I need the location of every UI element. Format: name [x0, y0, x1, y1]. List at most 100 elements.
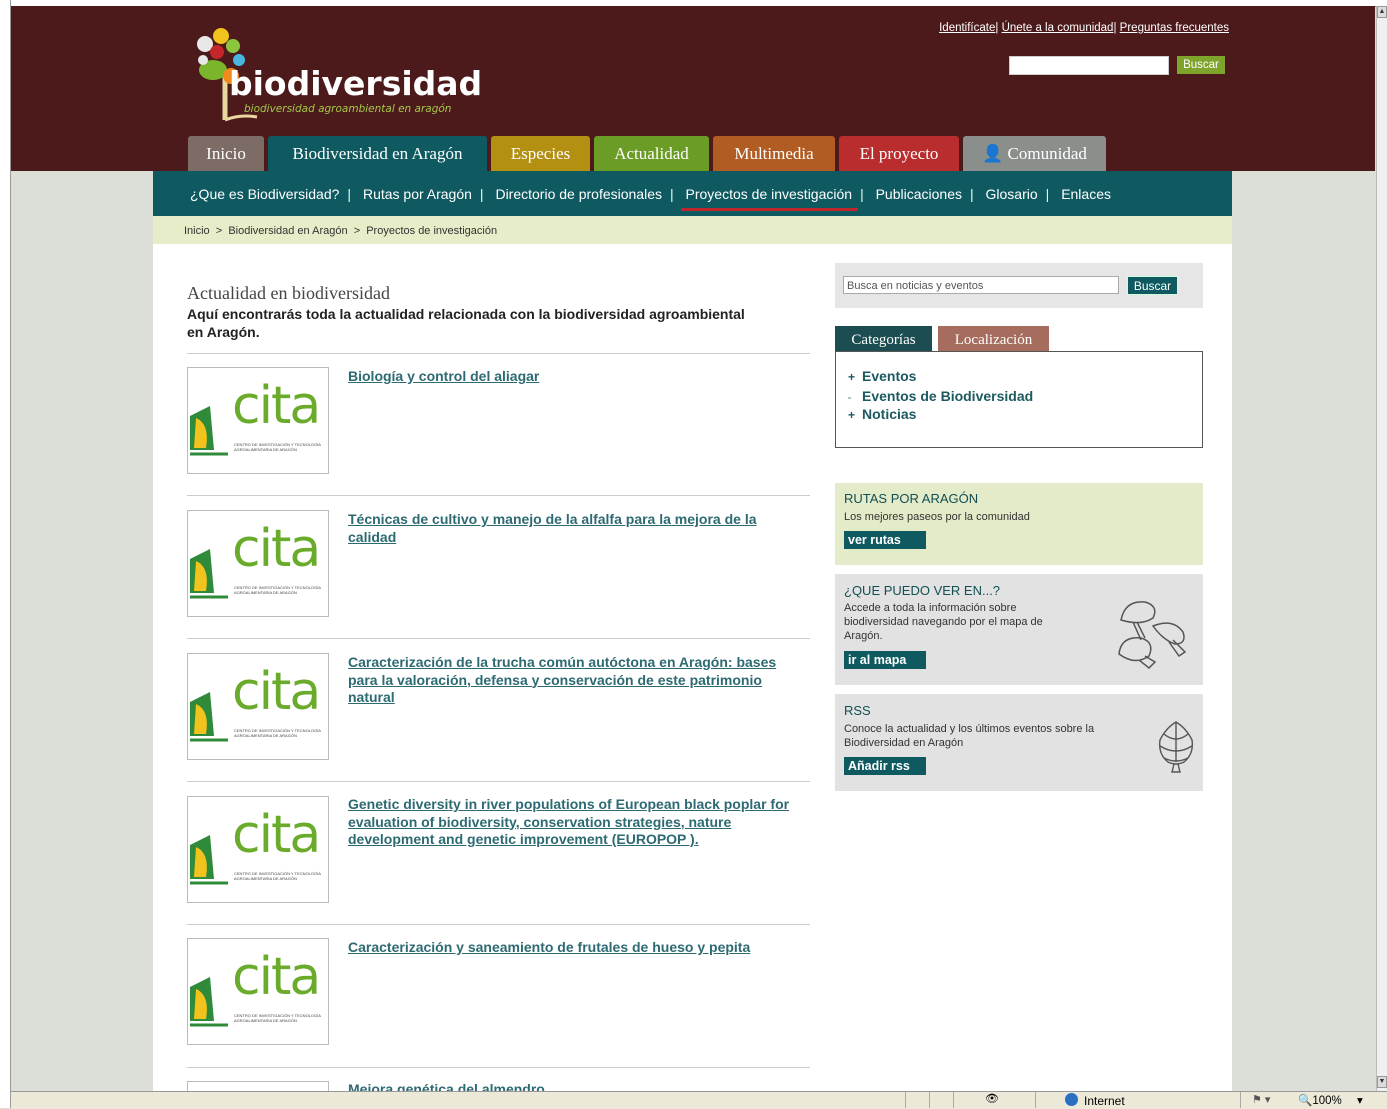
subnav-directorio[interactable]: Directorio de profesionales — [495, 186, 662, 202]
browser-status-bar — [10, 1091, 1387, 1109]
header-search-input[interactable] — [1009, 56, 1169, 75]
subnav-separator: | — [969, 186, 974, 202]
zoom-level: 100% — [1312, 1095, 1342, 1107]
subnav-enlaces[interactable]: Enlaces — [1061, 186, 1111, 202]
tab-especies[interactable]: Especies — [491, 136, 590, 171]
promo-text: Accede a toda la información sobre biodi… — [844, 602, 1043, 642]
tab-el-proyecto[interactable]: El proyecto — [839, 136, 959, 171]
promo-title: ¿QUE PUEDO VER EN...? — [844, 583, 1001, 598]
item-thumbnail[interactable]: cita CENTRO DE INVESTIGACIÓN Y TECNOLOGÍ… — [187, 510, 329, 617]
promo-title: RSS — [844, 703, 871, 718]
subnav-publicaciones[interactable]: Publicaciones — [876, 186, 962, 202]
anadir-rss-button[interactable]: Añadir rss — [844, 757, 926, 775]
category-label: Eventos de Biodiversidad — [862, 388, 1034, 404]
subnav-separator: | — [1045, 186, 1050, 202]
divider — [187, 924, 810, 925]
item-link[interactable]: Genetic diversity in river populations o… — [348, 796, 808, 849]
thumb-logo-text: cita — [232, 662, 321, 722]
status-divider — [905, 1092, 906, 1108]
status-divider — [1035, 1092, 1036, 1108]
section-description: Aquí encontrarás toda la actualidad rela… — [187, 306, 745, 340]
category-label: Noticias — [862, 406, 917, 422]
item-thumbnail[interactable]: cita CENTRO DE INVESTIGACIÓN Y TECNOLOGÍ… — [187, 653, 329, 760]
item-thumbnail[interactable]: cita CENTRO DE INVESTIGACIÓN Y TECNOLOGÍ… — [187, 938, 329, 1045]
privacy-eye-icon[interactable]: 👁 — [985, 1092, 999, 1105]
link-faq[interactable]: Preguntas frecuentes — [1120, 22, 1229, 34]
item-thumbnail[interactable]: cita CENTRO DE INVESTIGACIÓN Y TECNOLOGÍ… — [187, 796, 329, 903]
link-separator: | — [1113, 22, 1117, 34]
scroll-up-icon[interactable]: ▲ — [1377, 6, 1387, 18]
thumb-caption-line-2: AGROALIMENTARIA DE ARAGÓN — [234, 1018, 297, 1023]
active-subnav-indicator — [681, 208, 858, 211]
expand-plus-icon: + — [848, 370, 856, 384]
item-link[interactable]: Caracterización de la trucha común autóc… — [348, 654, 798, 707]
tab-multimedia[interactable]: Multimedia — [713, 136, 835, 171]
tab-actualidad[interactable]: Actualidad — [594, 136, 709, 171]
tab-comunidad[interactable]: 👤 Comunidad — [963, 136, 1106, 171]
thumb-logo-text: cita — [232, 519, 321, 579]
subnav-proyectos[interactable]: Proyectos de investigación — [686, 186, 853, 202]
zoom-icon: 🔍 — [1298, 1095, 1313, 1107]
item-link[interactable]: Técnicas de cultivo y manejo de la alfal… — [348, 511, 793, 546]
zoom-dropdown-icon: ▾ — [1356, 1095, 1363, 1107]
ver-rutas-button[interactable]: ver rutas — [844, 531, 926, 549]
item-link[interactable]: Mejora genética del almendro — [348, 1081, 808, 1091]
subnav-separator: | — [479, 186, 484, 202]
divider — [187, 1067, 810, 1068]
thumb-caption-line-2: AGROALIMENTARIA DE ARAGÓN — [234, 876, 297, 881]
protected-mode-icon[interactable]: ⚑ ▾ — [1252, 1093, 1270, 1106]
divider — [187, 495, 810, 496]
news-search-input[interactable]: Busca en noticias y eventos — [843, 276, 1119, 294]
expand-plus-icon: + — [848, 408, 856, 422]
thumb-logo-text: cita — [232, 805, 321, 865]
status-divider — [1240, 1092, 1241, 1108]
vertical-scrollbar[interactable] — [1376, 6, 1387, 1091]
breadcrumb: Inicio > Biodiversidad en Aragón > Proye… — [153, 216, 1232, 244]
item-link[interactable]: Caracterización y saneamiento de frutale… — [348, 939, 808, 957]
subnav-separator: | — [347, 186, 352, 202]
bullet-square-icon: ▫ — [848, 393, 851, 403]
item-link[interactable]: Biología y control del aliagar — [348, 368, 808, 386]
logo-wordmark: biodiversidad — [229, 64, 483, 103]
divider — [187, 781, 810, 782]
category-noticias[interactable]: + Noticias — [848, 406, 916, 422]
link-identificate[interactable]: Identifícate — [939, 22, 995, 34]
mushroom-icon — [1118, 601, 1187, 670]
status-divider — [929, 1092, 930, 1108]
globe-icon — [1065, 1093, 1078, 1106]
zoom-control[interactable]: 🔍100% ▾ — [1298, 1093, 1363, 1107]
user-icon: 👤 — [982, 144, 1004, 163]
category-label: Eventos — [862, 368, 917, 384]
category-eventos-biodiversidad[interactable]: ▫ Eventos de Biodiversidad — [848, 388, 1033, 404]
thumb-caption-line-2: AGROALIMENTARIA DE ARAGÓN — [234, 447, 297, 452]
tab-localizacion[interactable]: Localización — [938, 326, 1049, 352]
tab-categorias[interactable]: Categorías — [835, 326, 932, 352]
breadcrumb-path[interactable]: Inicio > Biodiversidad en Aragón > Proye… — [184, 225, 497, 237]
item-thumbnail[interactable]: cita CENTRO DE INVESTIGACIÓN Y TECNOLOGÍ… — [187, 367, 329, 474]
subnav-rutas[interactable]: Rutas por Aragón — [363, 186, 472, 202]
subnav-que-es[interactable]: ¿Que es Biodiversidad? — [190, 186, 339, 202]
header-search-button[interactable]: Buscar — [1177, 56, 1225, 74]
subnav-separator: | — [669, 186, 674, 202]
thumb-logo-text: cita — [232, 376, 321, 436]
top-links: Identifícate| Únete a la comunidad| Preg… — [939, 22, 1229, 34]
section-title: Actualidad en biodiversidad — [187, 283, 390, 303]
thumb-logo-text: cita — [232, 947, 321, 1007]
thumb-caption-line-2: AGROALIMENTARIA DE ARAGÓN — [234, 733, 297, 738]
security-zone-label: Internet — [1084, 1094, 1125, 1108]
link-separator: | — [995, 22, 999, 34]
browser-frame-left — [0, 0, 11, 1108]
promo-text: Los mejores paseos por la comunidad — [844, 511, 1030, 523]
category-eventos[interactable]: + Eventos — [848, 368, 916, 384]
ir-al-mapa-button[interactable]: ir al mapa — [844, 651, 926, 669]
link-unete[interactable]: Únete a la comunidad — [1002, 22, 1114, 34]
tab-inicio[interactable]: Inicio — [188, 136, 264, 171]
thumb-caption-line-2: AGROALIMENTARIA DE ARAGÓN — [234, 590, 297, 595]
news-search-button[interactable]: Buscar — [1127, 276, 1178, 295]
promo-text: Conoce la actualidad y los últimos event… — [844, 723, 1095, 749]
scroll-down-icon[interactable]: ▼ — [1377, 1076, 1387, 1088]
tab-biodiversidad-aragon[interactable]: Biodiversidad en Aragón — [268, 136, 487, 172]
divider — [187, 638, 810, 639]
status-divider — [953, 1092, 954, 1108]
subnav-glosario[interactable]: Glosario — [986, 186, 1038, 202]
